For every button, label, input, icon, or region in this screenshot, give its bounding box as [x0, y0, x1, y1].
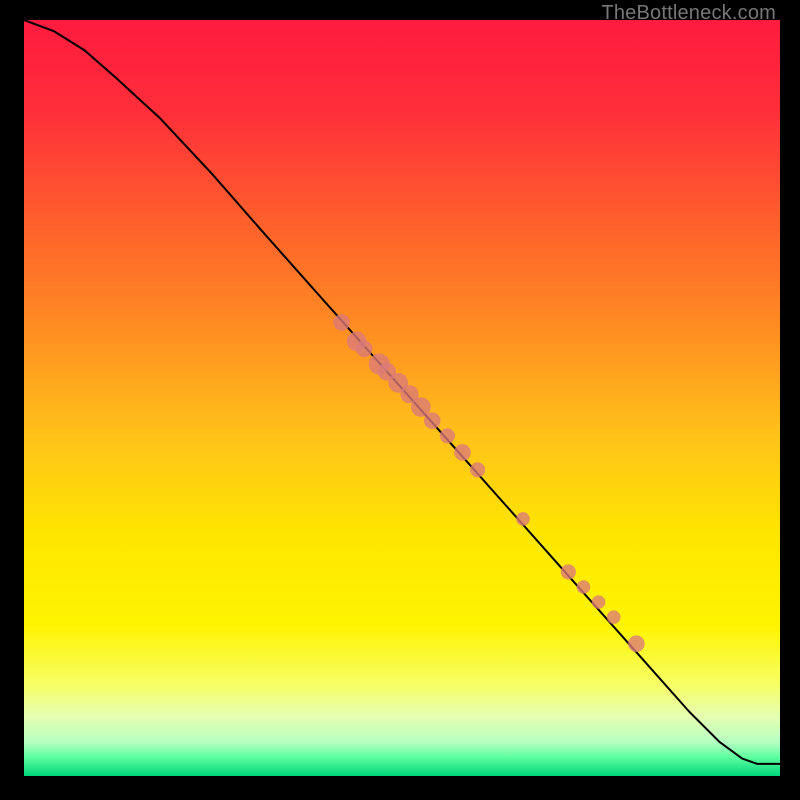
data-point: [356, 341, 373, 358]
chart-root: TheBottleneck.com: [0, 0, 800, 800]
chart-overlay: [24, 20, 780, 776]
watermark-text: TheBottleneck.com: [601, 2, 776, 25]
data-point: [470, 462, 485, 477]
data-point: [592, 595, 606, 609]
scatter-dots: [333, 314, 644, 652]
data-point: [516, 512, 530, 526]
data-point: [607, 610, 621, 624]
data-point: [333, 314, 350, 331]
data-point: [561, 564, 576, 579]
data-point: [628, 635, 645, 652]
data-point: [577, 580, 591, 594]
data-point: [440, 428, 455, 443]
plot-area: [24, 20, 780, 780]
data-point: [424, 412, 441, 429]
data-point: [454, 444, 471, 461]
